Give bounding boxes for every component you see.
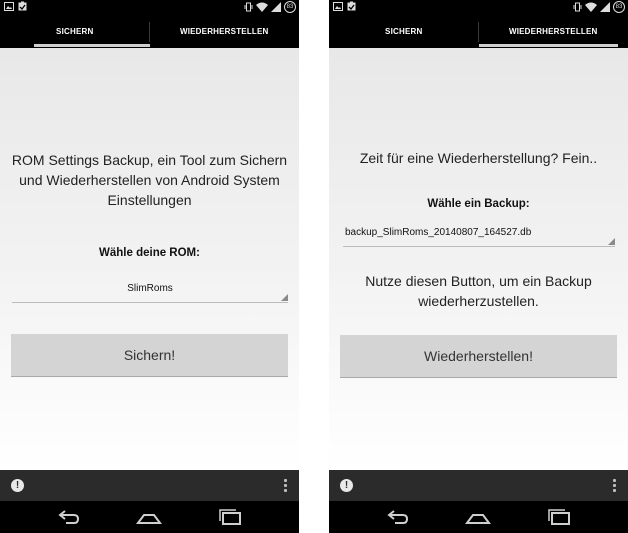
alert-icon[interactable]: !: [11, 479, 24, 492]
overflow-menu-icon[interactable]: [284, 479, 287, 493]
battery-level: 83: [286, 4, 294, 10]
tab-wiederherstellen[interactable]: WIEDERHERSTELLEN: [478, 14, 628, 48]
home-icon[interactable]: [465, 507, 491, 527]
tab-sichern[interactable]: SICHERN: [329, 14, 479, 48]
back-icon[interactable]: [386, 507, 410, 527]
tab-label: SICHERN: [56, 26, 94, 36]
recents-icon[interactable]: [218, 507, 242, 527]
navigation-bar: [329, 501, 628, 533]
backup-content: ROM Settings Backup, ein Tool zum Sicher…: [0, 48, 299, 470]
page-title: Zeit für eine Wiederherstellung? Fein..: [359, 150, 598, 166]
alert-icon[interactable]: !: [340, 479, 353, 492]
dropdown-arrow-icon: [281, 294, 288, 301]
phone-screen-restore: 83 SICHERN WIEDERHERSTELLEN Zeit für ein…: [329, 0, 628, 533]
rom-select[interactable]: SlimRoms: [12, 280, 288, 303]
phone-screen-backup: 83 SICHERN WIEDERHERSTELLEN ROM Settings…: [0, 0, 299, 533]
restore-content: Zeit für eine Wiederherstellung? Fein.. …: [329, 48, 628, 470]
backup-select-value: backup_SlimRoms_20140807_164527.db: [345, 227, 532, 238]
recents-icon[interactable]: [547, 507, 571, 527]
tab-selected-indicator: [34, 44, 150, 47]
battery-level: 83: [615, 4, 623, 10]
page-title: ROM Settings Backup, ein Tool zum Sicher…: [11, 152, 288, 208]
backup-select[interactable]: backup_SlimRoms_20140807_164527.db: [343, 224, 615, 247]
wifi-icon: [585, 2, 597, 12]
restore-hint: Nutze diesen Button, um ein Backup wiede…: [365, 273, 592, 309]
restore-button[interactable]: Wiederherstellen!: [340, 335, 617, 378]
rom-select-value: SlimRoms: [127, 283, 173, 294]
dropdown-arrow-icon: [608, 238, 615, 245]
vibrate-icon: [573, 2, 582, 12]
tab-bar: SICHERN WIEDERHERSTELLEN: [0, 14, 299, 48]
home-icon[interactable]: [136, 507, 162, 527]
tab-wiederherstellen[interactable]: WIEDERHERSTELLEN: [150, 14, 300, 48]
tab-label: SICHERN: [385, 26, 423, 36]
status-bar: 83: [329, 0, 628, 14]
backup-label: Wähle ein Backup:: [427, 198, 530, 210]
backup-button[interactable]: Sichern!: [11, 334, 288, 377]
overflow-menu-icon[interactable]: [613, 479, 616, 493]
signal-icon: [271, 2, 281, 12]
clipboard-check-icon: [18, 1, 27, 11]
vibrate-icon: [244, 2, 253, 12]
rom-label: Wähle deine ROM:: [99, 247, 200, 259]
bottom-action-bar: !: [329, 470, 628, 501]
tab-label: WIEDERHERSTELLEN: [179, 26, 269, 36]
tab-selected-indicator: [478, 44, 618, 47]
navigation-bar: [0, 501, 299, 533]
signal-icon: [600, 2, 610, 12]
tab-bar: SICHERN WIEDERHERSTELLEN: [329, 14, 628, 48]
image-icon: [4, 1, 14, 11]
back-icon[interactable]: [57, 507, 81, 527]
tab-label: WIEDERHERSTELLEN: [508, 26, 598, 36]
battery-icon: 83: [613, 1, 625, 13]
status-bar: 83: [0, 0, 299, 14]
bottom-action-bar: !: [0, 470, 299, 501]
battery-icon: 83: [284, 1, 296, 13]
tab-sichern[interactable]: SICHERN: [0, 14, 150, 48]
image-icon: [333, 1, 343, 11]
clipboard-check-icon: [347, 1, 356, 11]
wifi-icon: [256, 2, 268, 12]
